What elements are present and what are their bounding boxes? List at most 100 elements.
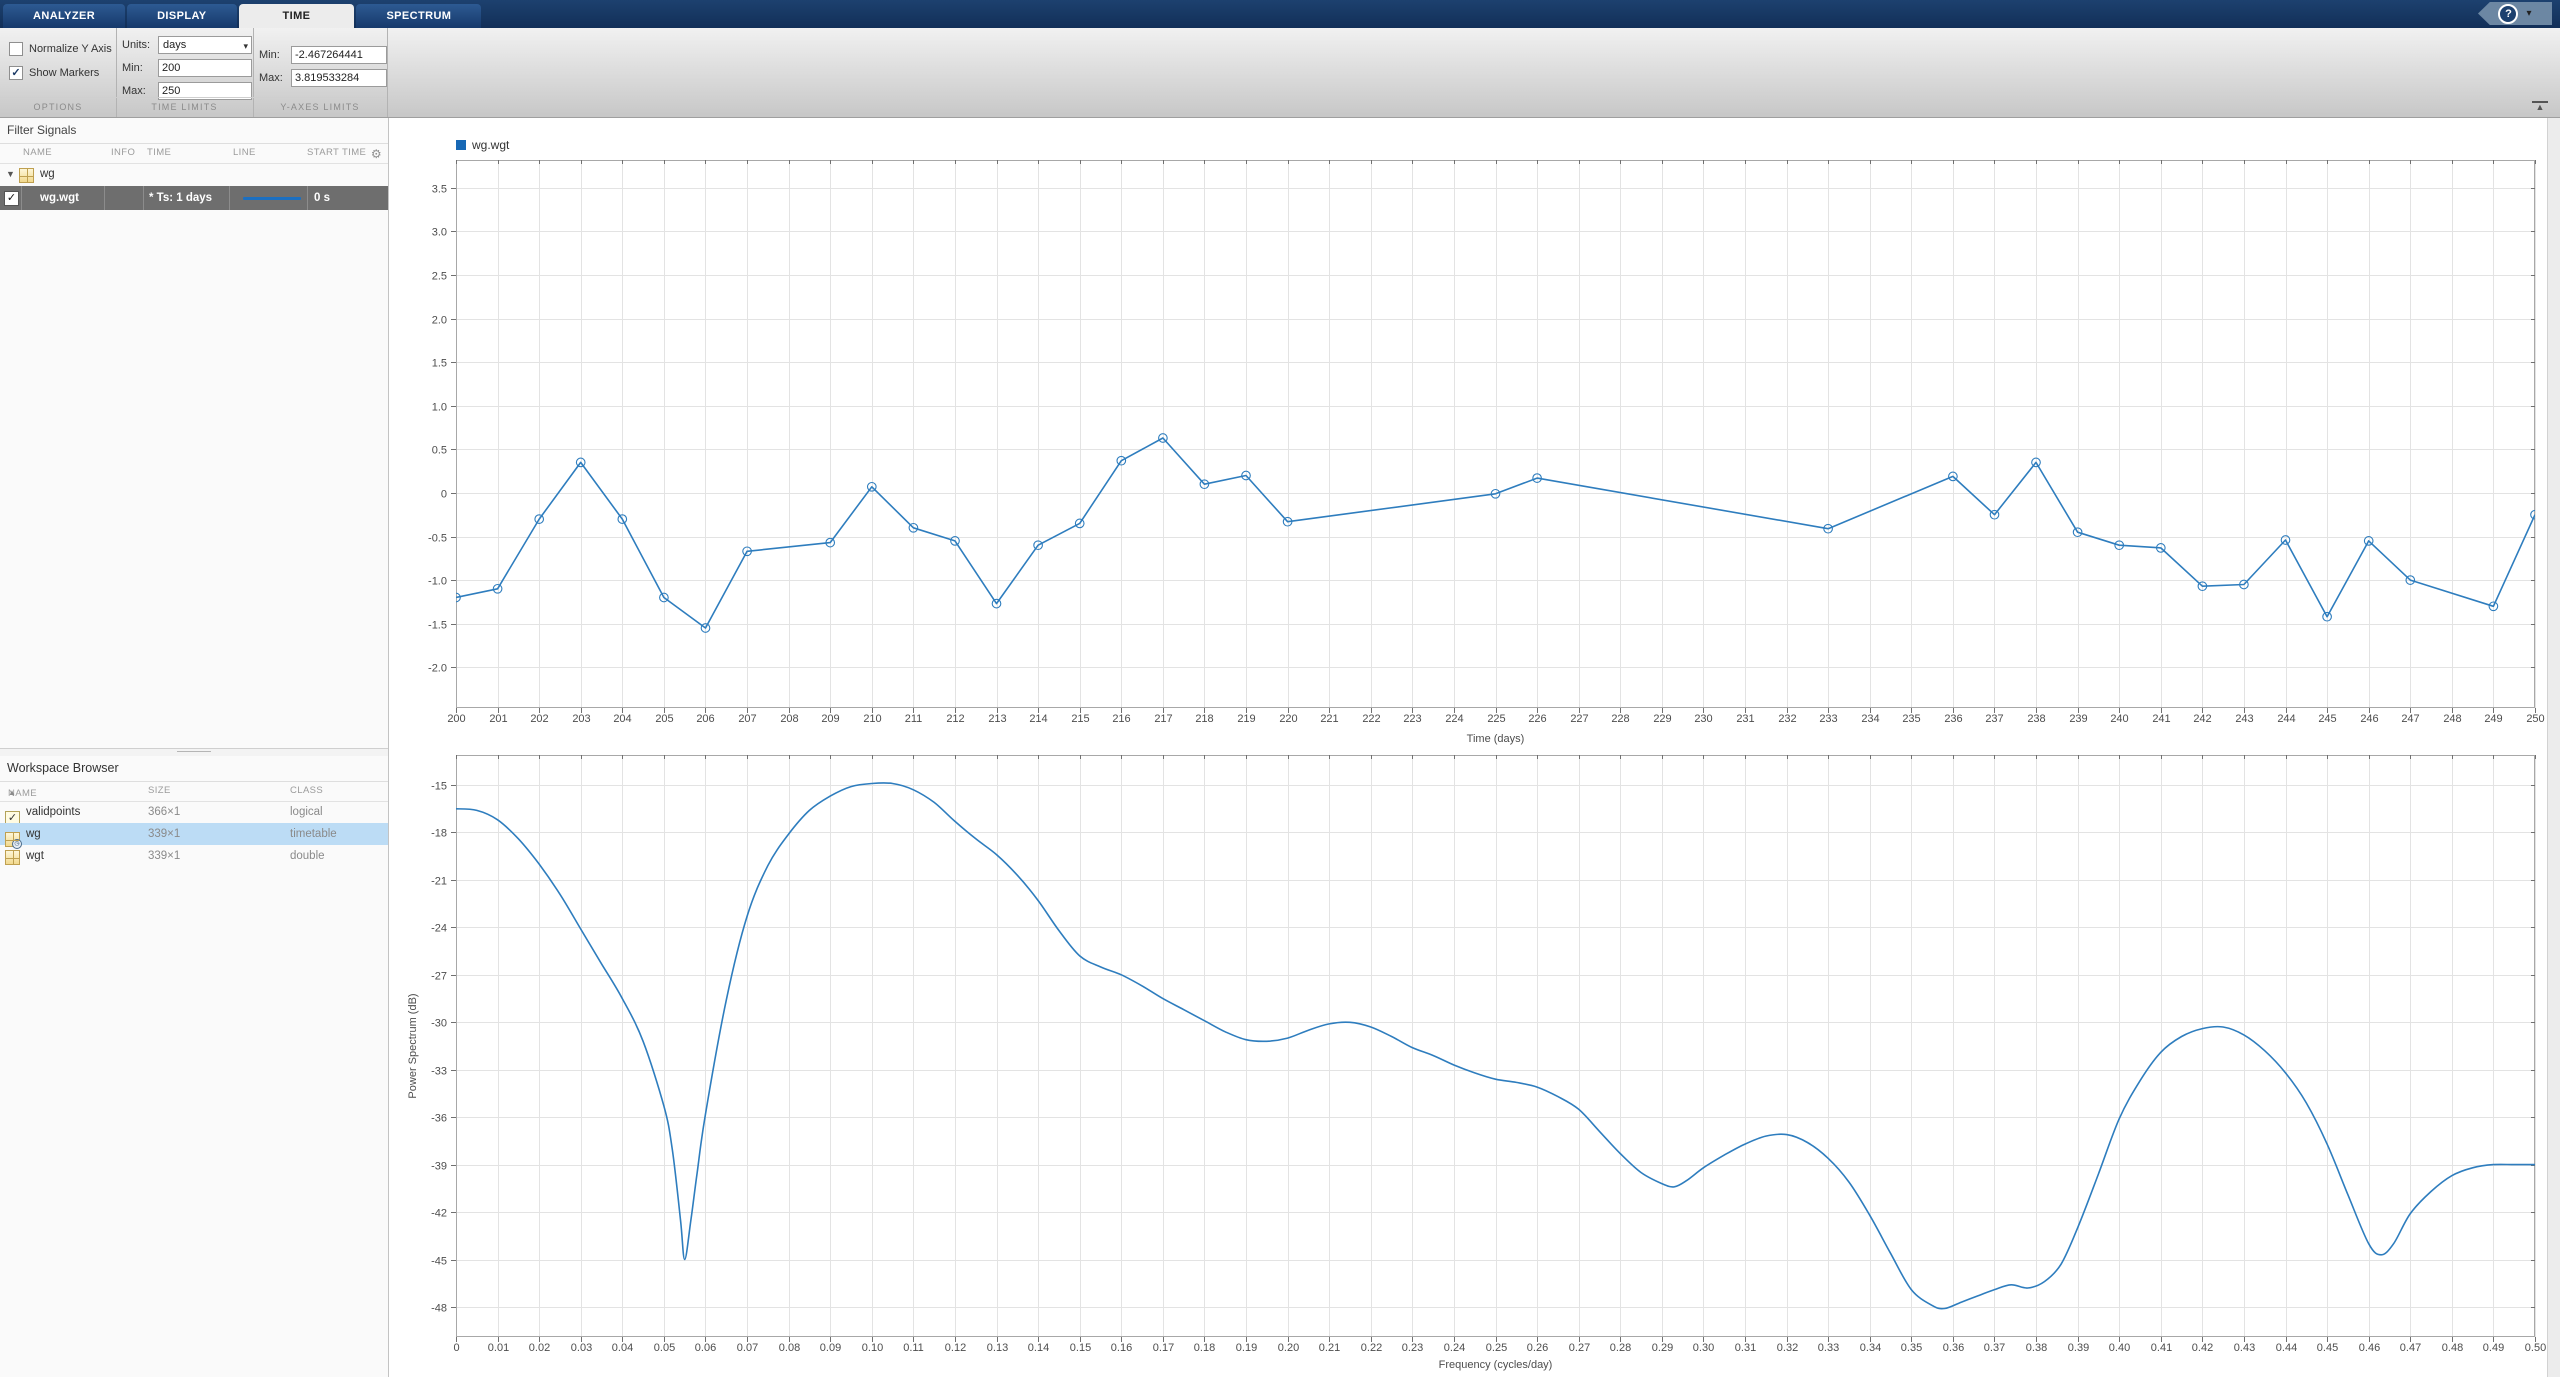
x-axis-label: Time (days) [1467,733,1525,745]
svg-text:-33: -33 [431,1066,447,1078]
signals-col-name[interactable]: NAME [23,147,52,158]
svg-text:0.26: 0.26 [1527,1342,1548,1354]
x-tick-labels: 200 201 202 203 204 205 206 207 208 209 210 211 212 2… [447,713,2544,725]
collapse-group-icon[interactable]: ▼ [6,163,15,186]
right-edge-strip [2547,118,2560,1377]
workspace-row-wgt[interactable]: wgt 339×1 double [0,845,388,867]
options-section: Normalize Y Axis ✓ Show Markers OPTIONS [0,28,117,117]
svg-text:0.30: 0.30 [1693,1342,1714,1354]
svg-text:0.06: 0.06 [695,1342,716,1354]
svg-text:213: 213 [988,713,1006,725]
svg-text:222: 222 [1362,713,1380,725]
signals-col-info[interactable]: INFO [111,147,135,158]
svg-text:250: 250 [2526,713,2544,725]
units-dropdown[interactable]: days ▾ [158,36,252,54]
signals-col-line[interactable]: LINE [233,147,256,158]
svg-text:242: 242 [2193,713,2211,725]
tab-analyzer[interactable]: ANALYZER [3,4,126,28]
svg-text:-0.5: -0.5 [428,533,447,545]
svg-text:1.0: 1.0 [432,402,447,414]
svg-text:0.25: 0.25 [1486,1342,1507,1354]
spectrum-plot[interactable]: 0 0.01 0.02 0.03 0.04 0.05 0.06 0.07 0.08 0.09 0.1… [389,750,2546,1377]
workspace-browser-title: Workspace Browser [0,756,388,782]
svg-text:-24: -24 [431,923,447,935]
svg-text:200: 200 [447,713,465,725]
x-tick-labels: 0 0.01 0.02 0.03 0.04 0.05 0.06 0.07 0.08 0.09 0.1… [453,1342,2546,1354]
help-badge[interactable]: ? ▾ [2478,2,2552,25]
tab-display[interactable]: DISPLAY [127,4,237,28]
signal-group-row[interactable]: ▼ wg [0,163,388,187]
svg-text:231: 231 [1736,713,1754,725]
svg-text:241: 241 [2152,713,2170,725]
checked-checkbox-icon[interactable]: ✓ [9,66,23,80]
svg-text:247: 247 [2401,713,2419,725]
workspace-col-class[interactable]: CLASS [290,785,323,796]
help-caret-down-icon[interactable]: ▾ [2526,8,2531,19]
svg-text:237: 237 [1985,713,2003,725]
svg-text:205: 205 [655,713,673,725]
signals-col-start[interactable]: START TIME [307,147,366,158]
collapse-toolstrip-icon[interactable]: ▲ [2532,101,2548,112]
x-axis-label: Frequency (cycles/day) [1439,1359,1553,1371]
tab-spectrum[interactable]: SPECTRUM [356,4,482,28]
svg-text:204: 204 [613,713,631,725]
variable-class: logical [290,806,323,818]
svg-text:-18: -18 [431,828,447,840]
svg-text:-27: -27 [431,971,447,983]
gear-icon[interactable]: ⚙ [371,147,382,161]
workspace-col-size[interactable]: SIZE [148,785,171,796]
svg-text:238: 238 [2027,713,2045,725]
svg-text:0.31: 0.31 [1735,1342,1756,1354]
svg-text:-42: -42 [431,1208,447,1220]
checkbox-label: Normalize Y Axis [29,43,112,55]
y-max-input[interactable]: 3.819533284 [291,69,387,87]
svg-text:244: 244 [2277,713,2295,725]
chart-panel: 200 201 202 203 204 205 206 207 208 209 210 211 212 2… [389,118,2548,1377]
svg-text:1.5: 1.5 [432,358,447,370]
svg-text:228: 228 [1611,713,1629,725]
toolstrip: Normalize Y Axis ✓ Show Markers OPTIONS Un… [0,28,2560,118]
svg-text:0.20: 0.20 [1278,1342,1299,1354]
tab-time[interactable]: TIME [238,4,355,28]
signal-checkbox[interactable]: ✓ [4,191,19,206]
signal-start-time: 0 s [314,192,330,204]
signal-row[interactable]: ✓ wg.wgt * Ts: 1 days 0 s [0,186,388,210]
time-min-input[interactable]: 200 [158,59,252,77]
y-max-label: Max: [259,72,283,84]
time-limits-section: Units: days ▾ Min: 200 Max: 250 TIME LIM… [116,28,254,117]
svg-text:0.02: 0.02 [529,1342,550,1354]
svg-text:225: 225 [1487,713,1505,725]
svg-text:219: 219 [1237,713,1255,725]
svg-text:0.07: 0.07 [737,1342,758,1354]
svg-text:211: 211 [905,713,923,725]
help-icon[interactable]: ? [2498,3,2519,24]
svg-text:0.13: 0.13 [987,1342,1008,1354]
svg-text:201: 201 [489,713,507,725]
filter-signals-input[interactable]: Filter Signals [0,118,388,144]
svg-text:0.40: 0.40 [2109,1342,2130,1354]
workspace-row-validpoints[interactable]: ✓ validpoints 366×1 logical [0,801,388,826]
options-section-label: OPTIONS [0,97,116,117]
variable-size: 339×1 [148,850,181,862]
svg-text:-30: -30 [431,1018,447,1030]
unchecked-checkbox-icon[interactable] [9,42,23,56]
svg-text:-15: -15 [431,781,447,793]
time-plot[interactable]: 200 201 202 203 204 205 206 207 208 209 210 211 212 2… [389,122,2546,750]
checkbox-show-markers[interactable]: ✓ Show Markers [9,66,99,80]
svg-text:227: 227 [1570,713,1588,725]
svg-text:3.0: 3.0 [432,227,447,239]
workspace-table-header[interactable]: NAME ▲ SIZE CLASS [0,782,388,802]
checkbox-normalize-y-axis[interactable]: Normalize Y Axis [9,42,112,56]
svg-text:221: 221 [1320,713,1338,725]
variable-size: 339×1 [148,828,181,840]
svg-text:202: 202 [530,713,548,725]
y-min-input[interactable]: -2.467264441 [291,46,387,64]
svg-text:0.29: 0.29 [1652,1342,1673,1354]
signals-table-header[interactable]: NAME INFO TIME LINE START TIME ⚙ [0,144,388,164]
svg-text:0.38: 0.38 [2026,1342,2047,1354]
units-caret-down-icon: ▾ [243,41,248,51]
signals-col-time[interactable]: TIME [147,147,171,158]
svg-text:235: 235 [1902,713,1920,725]
workspace-row-wg[interactable]: ◷ wg 339×1 timetable [0,823,388,849]
svg-text:232: 232 [1778,713,1796,725]
